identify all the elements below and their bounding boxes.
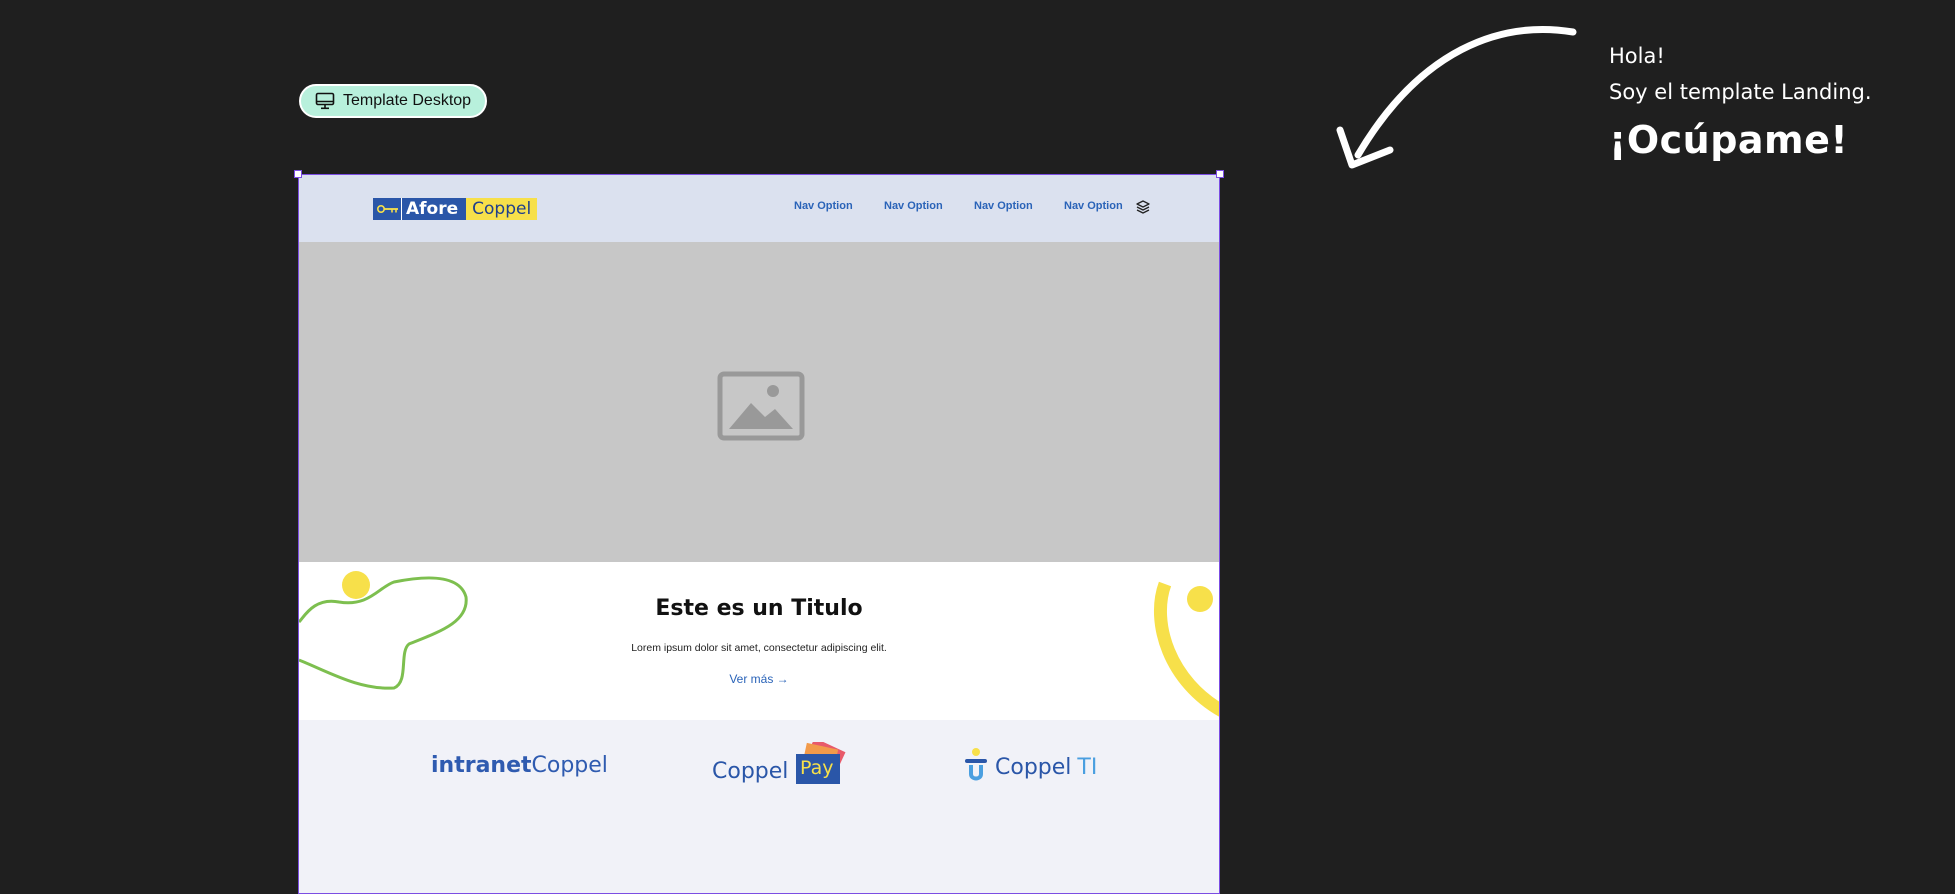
ver-mas-link[interactable]: Ver más → xyxy=(299,672,1219,686)
nav-links: Nav Option Nav Option Nav Option Nav Opt… xyxy=(794,200,1154,212)
afore-coppel-logo[interactable]: Afore Coppel xyxy=(373,198,538,220)
content-section: Este es un Titulo Lorem ipsum dolor sit … xyxy=(299,562,1219,720)
logo-left: Afore xyxy=(373,198,467,220)
intranet-coppel-logo[interactable]: intranetCoppel xyxy=(431,753,608,778)
logo-coppel-text: Coppel xyxy=(466,198,538,220)
intranet-regular-text: Coppel xyxy=(531,753,608,778)
monitor-icon xyxy=(315,92,335,110)
nav-option-2[interactable]: Nav Option xyxy=(884,200,974,212)
image-placeholder-icon xyxy=(717,371,805,441)
badge-label: Template Desktop xyxy=(343,92,472,109)
section-title: Este es un Titulo xyxy=(655,596,863,621)
top-navigation: Afore Coppel Nav Option Nav Option Nav O… xyxy=(299,175,1219,242)
hero-image-placeholder xyxy=(299,242,1219,562)
pay-badge-text: Pay xyxy=(800,757,834,779)
layers-icon[interactable] xyxy=(1135,199,1151,220)
key-icon xyxy=(377,202,401,216)
nav-option-3[interactable]: Nav Option xyxy=(974,200,1064,212)
pay-coppel-text: Coppel xyxy=(712,759,789,784)
frame-handle-top-left[interactable] xyxy=(294,170,302,178)
section-body: Lorem ipsum dolor sit amet, consectetur … xyxy=(631,642,887,654)
note-headline: ¡Ocúpame! xyxy=(1609,118,1849,162)
coppel-pay-logo[interactable]: Coppel Pay xyxy=(712,737,862,796)
intranet-bold-text: intranet xyxy=(431,753,532,778)
decorative-shapes xyxy=(299,571,1219,717)
welcome-note: Hola! Soy el template Landing. ¡Ocúpame! xyxy=(1609,38,1872,162)
logo-afore-text: Afore xyxy=(401,198,462,220)
arrow-icon xyxy=(1336,26,1577,169)
ver-mas-label: Ver más xyxy=(729,672,774,686)
ti-symbol-icon xyxy=(963,748,989,786)
frame-handle-top-right[interactable] xyxy=(1216,170,1224,178)
ti-suffix-text: TI xyxy=(1077,754,1098,780)
landing-frame[interactable]: Afore Coppel Nav Option Nav Option Nav O… xyxy=(298,174,1220,894)
note-greeting: Hola! xyxy=(1609,44,1665,68)
template-desktop-badge[interactable]: Template Desktop xyxy=(299,84,488,118)
ti-coppel-text: Coppel xyxy=(995,754,1072,780)
note-subtitle: Soy el template Landing. xyxy=(1609,80,1872,104)
brands-strip: intranetCoppel Coppel Pay Coppel TI xyxy=(299,720,1219,893)
arrow-right-icon: → xyxy=(776,672,789,686)
nav-option-1[interactable]: Nav Option xyxy=(794,200,884,212)
coppel-ti-logo[interactable]: Coppel TI xyxy=(963,748,1097,786)
